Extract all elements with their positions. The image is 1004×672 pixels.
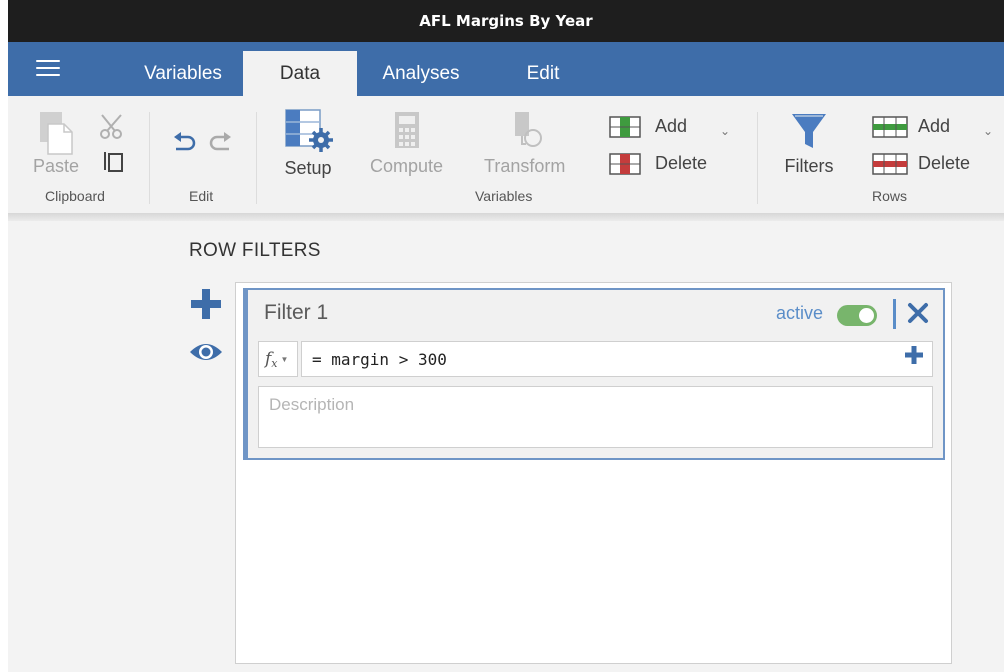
add-row-chevron-icon[interactable]: ⌄: [983, 124, 993, 138]
tab-variables[interactable]: Variables: [120, 51, 246, 96]
undo-icon[interactable]: [170, 131, 198, 155]
add-row-label[interactable]: Add: [918, 116, 950, 137]
copy-icon[interactable]: [102, 148, 126, 176]
hamburger-menu-icon[interactable]: [36, 60, 60, 80]
edit-group-label: Edit: [189, 188, 214, 204]
delete-variable-label[interactable]: Delete: [655, 153, 707, 174]
add-filter-plus-icon[interactable]: [191, 289, 221, 319]
rows-group-label: Rows: [872, 188, 908, 204]
window-title: AFL Margins By Year: [8, 0, 1004, 42]
setup-button[interactable]: Setup: [280, 106, 336, 179]
eye-icon[interactable]: [189, 340, 223, 364]
filter-formula-input[interactable]: = margin > 300: [301, 341, 933, 377]
filter-funnel-icon: [792, 114, 826, 148]
cut-icon[interactable]: [97, 112, 127, 142]
setup-label: Setup: [284, 158, 332, 178]
filters-label: Filters: [784, 156, 834, 176]
add-row-icon[interactable]: [872, 115, 908, 139]
paste-button[interactable]: Paste: [33, 110, 79, 177]
variables-group-label: Variables: [475, 188, 533, 204]
filter-description-input[interactable]: [258, 386, 933, 448]
transform-label: Transform: [484, 156, 566, 176]
filter-status-label: active: [776, 303, 824, 323]
compute-button[interactable]: Compute: [370, 110, 443, 177]
compute-label: Compute: [370, 156, 444, 176]
tab-analyses[interactable]: Analyses: [367, 51, 475, 96]
delete-variable-icon[interactable]: [609, 152, 641, 176]
add-formula-plus-icon[interactable]: [905, 346, 923, 364]
paste-label: Paste: [33, 156, 80, 176]
add-variable-chevron-icon[interactable]: ⌄: [720, 124, 730, 138]
delete-row-icon[interactable]: [872, 152, 908, 176]
row-filters-title: ROW FILTERS: [189, 240, 321, 261]
add-variable-label[interactable]: Add: [655, 116, 687, 137]
clipboard-group-label: Clipboard: [45, 188, 105, 204]
tab-data[interactable]: Data: [243, 51, 357, 96]
delete-row-label[interactable]: Delete: [918, 153, 970, 174]
setup-icon: [285, 109, 333, 152]
transform-icon: [514, 112, 542, 147]
filter-name: Filter 1: [264, 301, 329, 324]
app-bar: Variables Data Analyses Edit: [8, 42, 1004, 96]
transform-button[interactable]: Transform: [484, 110, 565, 177]
add-variable-icon[interactable]: [609, 115, 641, 139]
close-icon[interactable]: [906, 301, 930, 325]
tab-edit[interactable]: Edit: [507, 51, 579, 96]
paste-icon: [40, 112, 73, 155]
calculator-icon: [394, 112, 419, 148]
filter-active-toggle[interactable]: [837, 305, 877, 326]
filters-button[interactable]: Filters: [779, 110, 839, 177]
function-button[interactable]: f x ▼: [258, 341, 298, 377]
dropdown-arrow-icon: ▼: [280, 354, 289, 364]
redo-icon[interactable]: [207, 131, 235, 155]
